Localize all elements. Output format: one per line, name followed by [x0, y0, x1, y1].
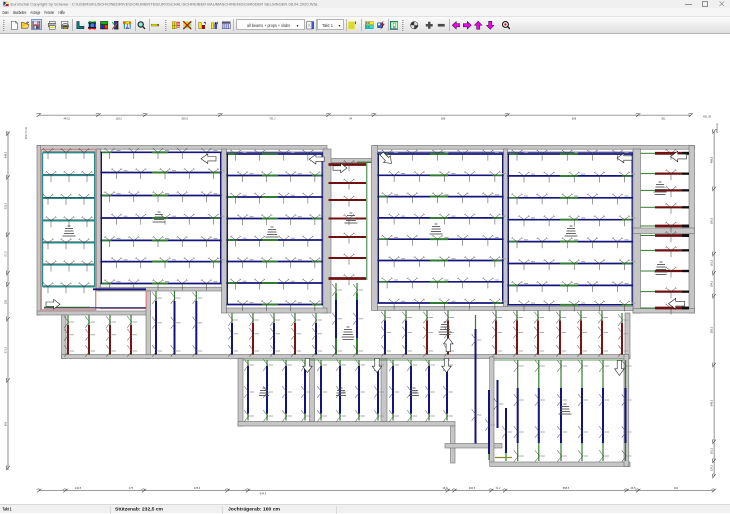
- svg-text:Anzeige: Anzeige: [30, 10, 40, 15]
- svg-text:Jochträgerab: 160 cm: Jochträgerab: 160 cm: [228, 506, 280, 511]
- svg-text:▾: ▾: [339, 23, 341, 28]
- svg-text:Hilfe: Hilfe: [58, 10, 65, 15]
- svg-text:all beams + props + slabs: all beams + props + slabs: [247, 23, 291, 28]
- svg-text:Fenster: Fenster: [44, 10, 54, 15]
- svg-text:Takt 1: Takt 1: [322, 23, 334, 28]
- svg-text:Datei: Datei: [3, 10, 9, 15]
- svg-text:Stützenab: 232,5 cm: Stützenab: 232,5 cm: [115, 506, 163, 511]
- svg-text:Bearbeiten: Bearbeiten: [13, 10, 26, 15]
- svg-text:Takt 1: Takt 1: [3, 506, 12, 511]
- svg-text:▾: ▾: [297, 23, 299, 28]
- svg-text:EuroSchal Copyright by Schewe: EuroSchal Copyright by Schewe - C:\USERS…: [11, 2, 320, 7]
